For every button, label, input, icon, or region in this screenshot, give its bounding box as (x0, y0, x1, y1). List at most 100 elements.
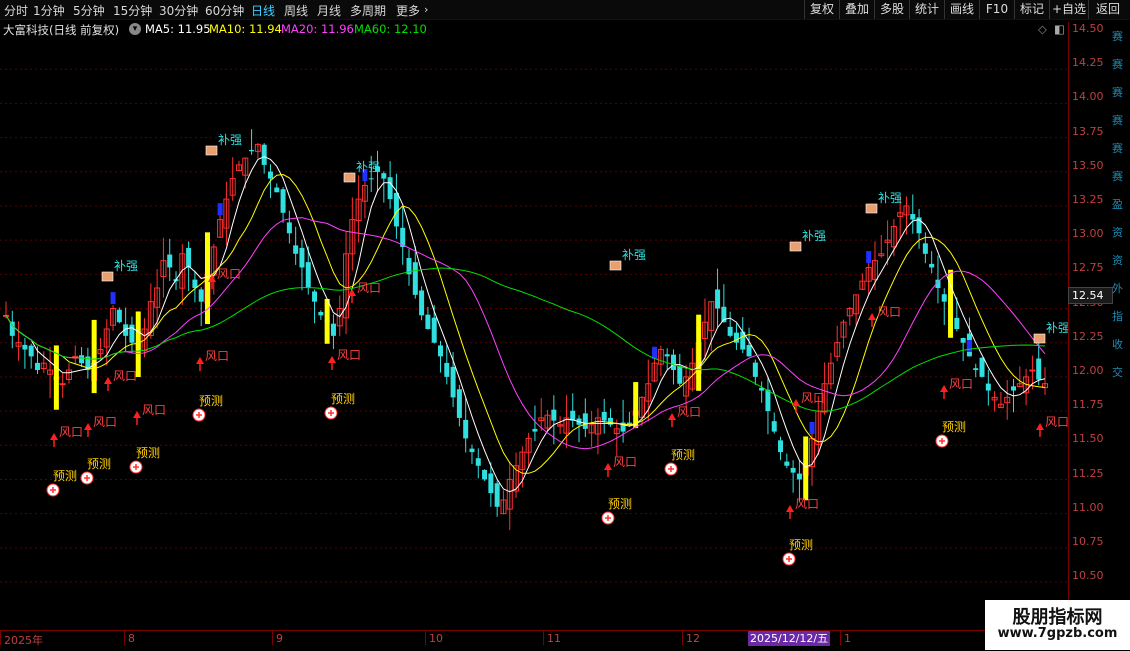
candle-body (425, 314, 431, 330)
period-5min[interactable]: 5分钟 (73, 2, 105, 19)
price-tick: 13.75 (1072, 124, 1104, 138)
price-tick: 13.25 (1072, 193, 1104, 206)
xaxis-label-dec: 12 (686, 632, 700, 645)
gear-circle-icon[interactable]: ▾ (129, 23, 141, 35)
price-tick: 12.75 (1072, 261, 1104, 275)
up-arrow-icon (104, 377, 112, 384)
candle-body (116, 309, 122, 323)
period-weekly[interactable]: 周线 (284, 2, 308, 19)
add-watchlist-button[interactable]: +自选 (1049, 0, 1088, 19)
candle-body (267, 171, 273, 179)
kline-chart[interactable]: 补强补强补强补强补强补强补强风口风口风口风口风口风口风口风口风口风口风口风口风口… (0, 38, 1068, 630)
right-strip-label: 赛 (1112, 86, 1123, 99)
multi-stock-button[interactable]: 多股 (874, 0, 909, 19)
buqiang-label: 补强 (622, 248, 646, 262)
house-icon (789, 241, 802, 252)
candle-body (463, 419, 469, 439)
ma-info-bar: 大富科技(日线 前复权) ▾ MA5: 11.95 MA10: 11.94 MA… (0, 20, 1065, 38)
candle-body (330, 323, 336, 336)
house-icon (343, 172, 356, 183)
blue-signal-bar (809, 422, 815, 435)
buqiang-label: 补强 (356, 160, 380, 174)
buqiang-label: 补强 (1046, 321, 1068, 335)
right-strip-label: 资 (1112, 254, 1123, 267)
candle-body (494, 483, 500, 507)
buqiang-label: 补强 (114, 259, 138, 273)
period-1min[interactable]: 1分钟 (33, 2, 65, 19)
blue-signal-bar (652, 346, 658, 359)
candle-body (444, 362, 450, 377)
candle-body (929, 263, 935, 268)
yellow-signal-bar (53, 345, 59, 410)
yuce-label: 预测 (942, 420, 966, 434)
right-strip-label: 赛 (1112, 114, 1123, 127)
candle-body (299, 247, 305, 268)
yellow-signal-bar (135, 311, 141, 378)
right-strip-label: 盈 (1112, 198, 1123, 211)
period-fenshi[interactable]: 分时 (4, 2, 28, 19)
candle-body (727, 326, 733, 336)
candle-body (771, 421, 777, 432)
up-arrow-icon (786, 505, 794, 512)
mark-button[interactable]: 标记 (1014, 0, 1049, 19)
up-arrow-icon (50, 433, 58, 440)
period-daily[interactable]: 日线 (251, 2, 275, 19)
candle-body (985, 383, 991, 391)
candle-body (412, 262, 418, 295)
xaxis-label-jan: 1 (844, 632, 851, 645)
period-60min[interactable]: 60分钟 (205, 2, 244, 19)
period-30min[interactable]: 30分钟 (159, 2, 198, 19)
up-arrow-icon (1036, 423, 1044, 430)
candle-body (1036, 358, 1042, 380)
candle-body (198, 289, 204, 302)
candle-body (960, 338, 966, 343)
diamond-icon[interactable]: ◇ (1038, 22, 1047, 36)
blue-signal-bar (866, 251, 872, 264)
candle-body (746, 345, 752, 357)
candle-body (922, 243, 928, 254)
period-15min[interactable]: 15分钟 (113, 2, 152, 19)
up-arrow-icon (328, 356, 336, 363)
price-tick: 10.75 (1072, 535, 1104, 548)
period-monthly[interactable]: 月线 (317, 2, 341, 19)
candle-body (488, 473, 494, 494)
yuce-label: 预测 (331, 392, 355, 406)
candle-body (778, 440, 784, 453)
watermark-url: www.7gpzb.com (997, 626, 1118, 641)
period-more[interactable]: 更多 (396, 2, 420, 19)
yuce-label: 预测 (789, 538, 813, 552)
right-strip-label: 指 (1112, 310, 1123, 323)
fengkou-label: 风口 (93, 415, 117, 429)
window-toggle-icon[interactable]: ◧ (1054, 22, 1065, 36)
xaxis-label-nov: 11 (547, 632, 561, 645)
candle-body (381, 173, 387, 179)
f10-button[interactable]: F10 (979, 0, 1014, 19)
candle-body (475, 458, 481, 466)
price-tick: 12.00 (1072, 364, 1104, 377)
period-multi[interactable]: 多周期 (350, 2, 386, 19)
candle-body (280, 189, 286, 213)
fuquan-button[interactable]: 复权 (804, 0, 839, 19)
fengkou-label: 风口 (677, 405, 701, 419)
candle-body (186, 247, 192, 268)
candle-body (450, 366, 456, 398)
fengkou-label: 风口 (949, 377, 973, 391)
up-arrow-icon (604, 463, 612, 470)
fengkou-label: 风口 (1045, 415, 1068, 429)
candle-body (79, 355, 85, 364)
fengkou-label: 风口 (877, 305, 901, 319)
candle-body (368, 178, 374, 180)
right-strip-label: 收 (1112, 338, 1123, 351)
stock-title: 大富科技(日线 前复权) (3, 23, 120, 37)
draw-line-button[interactable]: 画线 (944, 0, 979, 19)
buqiang-label: 补强 (218, 133, 242, 147)
overlay-button[interactable]: 叠加 (839, 0, 874, 19)
fengkou-label: 风口 (357, 281, 381, 295)
candle-body (765, 389, 771, 412)
stats-button[interactable]: 统计 (909, 0, 944, 19)
back-button[interactable]: 返回 (1088, 0, 1127, 19)
candle-body (796, 473, 802, 480)
watermark: 股朋指标网 www.7gpzb.com (985, 600, 1130, 650)
candle-body (167, 254, 173, 268)
chevron-right-icon[interactable]: › (424, 3, 428, 16)
